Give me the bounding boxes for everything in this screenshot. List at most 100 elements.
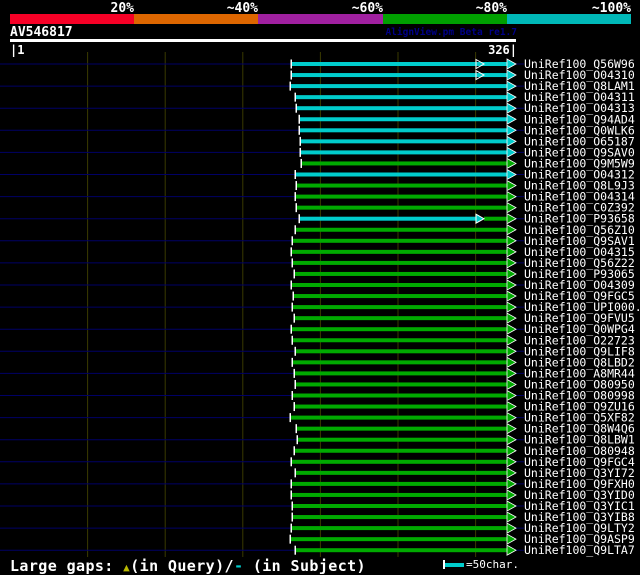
hit-direction-arrow-icon[interactable] (506, 323, 517, 335)
hsp-bar[interactable] (293, 515, 507, 520)
hit-direction-arrow-icon[interactable] (506, 268, 517, 280)
hit-direction-arrow-icon[interactable] (506, 378, 517, 391)
hsp-bar[interactable] (297, 426, 507, 431)
hsp-bar[interactable] (292, 526, 507, 531)
hit-direction-arrow-icon[interactable] (506, 279, 517, 291)
hsp-bar[interactable] (293, 393, 507, 398)
hit-direction-arrow-icon[interactable] (506, 389, 517, 402)
bar-start-tick (290, 324, 292, 334)
hit-direction-arrow-icon[interactable] (506, 58, 517, 70)
hit-direction-arrow-icon[interactable] (506, 489, 517, 501)
hsp-bar[interactable] (292, 62, 507, 66)
hit-direction-arrow-icon[interactable] (506, 367, 517, 380)
hsp-bar[interactable] (293, 260, 507, 265)
hit-direction-arrow-icon[interactable] (506, 213, 517, 225)
hsp-bar[interactable] (291, 537, 507, 542)
hit-direction-arrow-icon[interactable] (506, 91, 517, 103)
hsp-bar[interactable] (293, 360, 507, 365)
hsp-bar[interactable] (292, 327, 507, 332)
hit-direction-arrow-icon[interactable] (506, 500, 517, 512)
bar-start-tick (289, 413, 291, 423)
hit-direction-arrow-icon[interactable] (506, 445, 517, 457)
hit-direction-arrow-icon[interactable] (506, 522, 517, 534)
identity-scale-segment-cyan (506, 14, 632, 24)
hit-direction-arrow-icon[interactable] (506, 235, 517, 247)
hit-direction-arrow-icon[interactable] (506, 312, 517, 324)
hit-direction-arrow-icon[interactable] (506, 334, 517, 346)
hit-direction-arrow-icon[interactable] (506, 257, 517, 269)
hsp-bar[interactable] (295, 316, 507, 321)
hsp-bar[interactable] (293, 504, 507, 508)
bar-start-tick (290, 247, 292, 257)
hit-direction-arrow-icon[interactable] (506, 511, 517, 523)
hsp-bar[interactable] (300, 117, 507, 122)
hsp-bar[interactable] (301, 150, 507, 155)
hit-direction-arrow-icon[interactable] (506, 113, 517, 125)
hit-direction-arrow-icon[interactable] (506, 467, 517, 479)
hit-direction-arrow-icon[interactable] (506, 224, 517, 236)
hit-direction-arrow-icon[interactable] (506, 544, 517, 556)
hit-direction-arrow-icon[interactable] (506, 533, 517, 545)
hsp-bar[interactable] (295, 448, 507, 453)
hsp-bar[interactable] (291, 84, 507, 89)
hsp-bar[interactable] (296, 172, 507, 177)
hit-direction-arrow-icon[interactable] (506, 246, 517, 258)
bar-start-tick (298, 214, 300, 224)
hsp-bar[interactable] (293, 305, 507, 310)
large-gaps-legend: Large gaps: ▲(in Query)/- (in Subject) (10, 557, 366, 575)
hsp-bar[interactable] (300, 128, 507, 133)
hsp-bar[interactable] (292, 459, 507, 464)
hsp-bar[interactable] (484, 216, 507, 221)
hit-direction-arrow-icon[interactable] (506, 146, 517, 159)
hit-direction-arrow-icon[interactable] (506, 301, 517, 313)
hit-direction-arrow-icon[interactable] (506, 179, 517, 192)
hit-direction-arrow-icon[interactable] (506, 135, 517, 148)
hsp-bar[interactable] (295, 271, 507, 276)
hit-direction-arrow-icon[interactable] (506, 157, 517, 170)
hsp-bar[interactable] (296, 227, 507, 232)
hit-direction-arrow-icon[interactable] (506, 478, 517, 490)
hsp-bar[interactable] (291, 415, 507, 420)
hsp-bar[interactable] (292, 492, 507, 497)
hit-direction-arrow-icon[interactable] (506, 124, 517, 136)
hsp-bar[interactable] (296, 548, 507, 553)
hit-direction-arrow-icon[interactable] (506, 411, 517, 424)
hsp-bar[interactable] (297, 106, 507, 111)
hit-direction-arrow-icon[interactable] (506, 345, 517, 357)
hsp-bar[interactable] (292, 283, 507, 287)
hsp-bar[interactable] (298, 437, 507, 442)
hit-direction-arrow-icon[interactable] (506, 422, 517, 435)
hsp-bar[interactable] (293, 238, 507, 243)
hsp-bar[interactable] (294, 294, 507, 299)
hsp-bar[interactable] (292, 481, 507, 486)
hsp-bar[interactable] (295, 371, 507, 376)
hsp-bar[interactable] (296, 470, 507, 475)
hit-direction-arrow-icon[interactable] (506, 290, 517, 302)
hit-direction-arrow-icon[interactable] (506, 168, 517, 181)
hsp-bar[interactable] (296, 95, 507, 100)
hit-direction-arrow-icon[interactable] (506, 456, 517, 468)
hit-direction-arrow-icon[interactable] (506, 80, 517, 92)
hsp-bar[interactable] (300, 216, 476, 221)
hsp-bar[interactable] (295, 404, 507, 409)
bar-start-tick (290, 70, 292, 80)
hit-label[interactable]: UniRef100_Q9LTA7 (524, 543, 635, 557)
hsp-bar[interactable] (292, 249, 507, 254)
hit-direction-arrow-icon[interactable] (506, 190, 517, 203)
hsp-bar[interactable] (297, 205, 507, 210)
hsp-bar[interactable] (296, 382, 507, 387)
identity-scale-segment-red (10, 14, 135, 24)
hit-direction-arrow-icon[interactable] (506, 102, 517, 114)
hsp-bar[interactable] (302, 161, 507, 166)
hsp-bar[interactable] (297, 183, 507, 188)
hit-direction-arrow-icon[interactable] (506, 356, 517, 369)
hsp-bar[interactable] (296, 194, 507, 199)
hsp-bar[interactable] (292, 73, 507, 78)
hsp-bar[interactable] (293, 338, 507, 343)
hit-direction-arrow-icon[interactable] (506, 434, 517, 446)
hsp-bar[interactable] (301, 139, 507, 144)
hsp-bar[interactable] (296, 349, 507, 354)
hit-direction-arrow-icon[interactable] (506, 69, 517, 81)
hit-direction-arrow-icon[interactable] (506, 201, 517, 214)
hit-direction-arrow-icon[interactable] (506, 400, 517, 413)
